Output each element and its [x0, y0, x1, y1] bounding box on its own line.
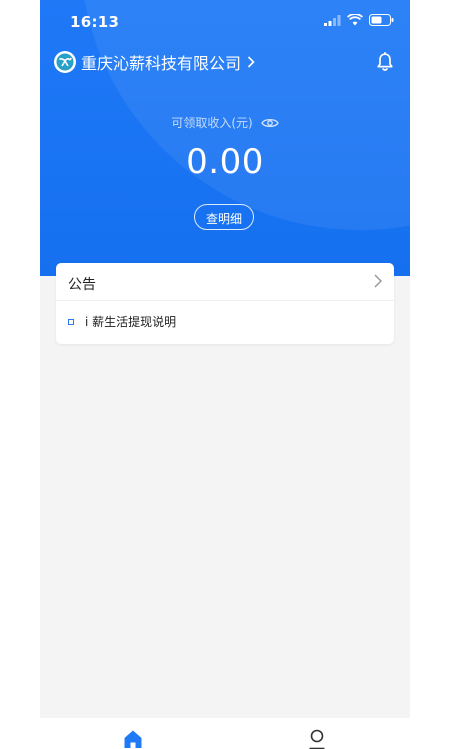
- app-screen: 16:13 重庆沁薪科技有限公司 可领取收入(元) 0.00 查明细 公告 i …: [40, 0, 410, 749]
- eye-icon[interactable]: [260, 117, 279, 129]
- income-label: 可领取收入(元): [171, 116, 253, 130]
- signal-icon: [324, 14, 341, 26]
- home-icon[interactable]: [122, 728, 144, 749]
- notice-card: 公告 i 薪生活提现说明: [56, 263, 394, 344]
- notice-header[interactable]: 公告: [56, 263, 394, 301]
- income-label-row: 可领取收入(元): [40, 114, 410, 131]
- notice-item[interactable]: i 薪生活提现说明: [68, 313, 176, 330]
- chevron-right-icon: [247, 53, 255, 72]
- income-amount: 0.00: [186, 142, 264, 182]
- view-details-button[interactable]: 查明细: [194, 204, 254, 230]
- notice-title: 公告: [68, 277, 96, 293]
- bell-icon[interactable]: [374, 51, 396, 73]
- company-logo-icon: [54, 51, 76, 73]
- status-time: 16:13: [70, 13, 120, 31]
- company-selector[interactable]: 重庆沁薪科技有限公司: [54, 50, 255, 74]
- battery-icon: [369, 14, 394, 26]
- profile-icon[interactable]: [306, 728, 328, 749]
- status-bar: 16:13: [40, 0, 410, 44]
- chevron-right-icon: [374, 274, 383, 288]
- status-icons: [324, 14, 394, 26]
- bullet-icon: [68, 318, 74, 325]
- bottom-tab-bar: [40, 718, 410, 749]
- notice-item-text: i 薪生活提现说明: [85, 315, 177, 329]
- wifi-icon: [347, 14, 363, 26]
- company-name: 重庆沁薪科技有限公司: [81, 54, 242, 73]
- earnings-hero: 16:13 重庆沁薪科技有限公司 可领取收入(元) 0.00 查明细: [40, 0, 410, 276]
